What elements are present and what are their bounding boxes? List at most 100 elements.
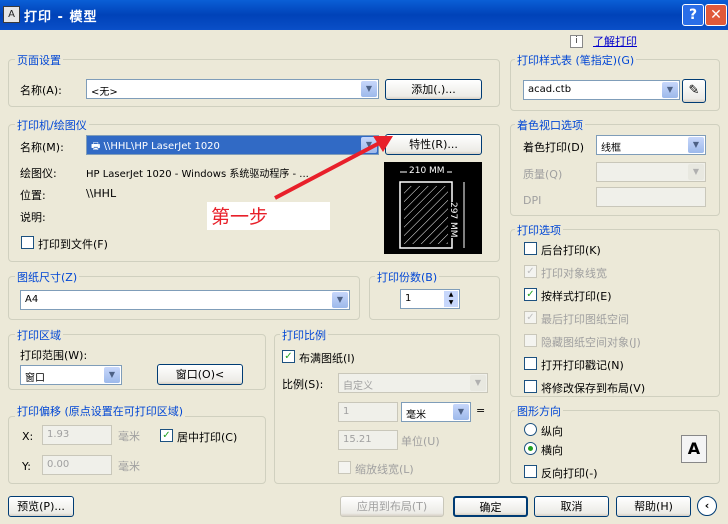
plot-option-checkbox[interactable]: [524, 357, 537, 370]
center-plot-label: 居中打印(C): [177, 431, 238, 444]
paper-size-select[interactable]: A4 ▼: [20, 290, 350, 310]
paper-height-label: 297 MM: [448, 202, 458, 238]
help-button[interactable]: 帮助(H): [616, 496, 691, 517]
plot-style-table-select[interactable]: acad.ctb ▼: [523, 80, 680, 100]
scale-select[interactable]: 自定义 ▼: [338, 373, 488, 393]
page-setup-name-select[interactable]: <无> ▼: [86, 79, 379, 99]
quality-select[interactable]: ▼: [596, 162, 706, 182]
printer-name-value: \\HHL\HP LaserJet 1020: [103, 141, 220, 152]
portrait-label: 纵向: [541, 425, 563, 438]
chevron-down-icon: ▼: [361, 81, 377, 97]
plot-option-label: 将修改保存到布局(V): [541, 382, 646, 395]
plot-option-checkbox[interactable]: [524, 380, 537, 393]
spin-down-icon[interactable]: ▼: [444, 299, 458, 307]
reverse-plot-checkbox[interactable]: [524, 465, 537, 478]
learn-printing-link[interactable]: 了解打印: [593, 33, 637, 49]
scale-paper-units-input[interactable]: 1: [338, 402, 398, 422]
reverse-plot-label: 反向打印(-): [541, 467, 598, 480]
scale-label: 比例(S):: [282, 378, 324, 391]
close-button[interactable]: ✕: [705, 4, 727, 26]
offset-y-label: Y:: [22, 460, 31, 473]
scale-drawing-units-input[interactable]: 15.21: [338, 430, 398, 450]
printer-icon: 🖶: [91, 141, 101, 152]
paper-size-value: A4: [25, 294, 39, 305]
plot-style-table-legend: 打印样式表 (笔指定)(G): [515, 52, 637, 68]
description-label: 说明:: [20, 211, 46, 224]
chevron-down-icon: ▼: [662, 82, 678, 98]
edit-style-table-button[interactable]: ✎: [682, 79, 706, 103]
plotter-label: 绘图仪:: [20, 167, 57, 180]
print-to-file-label: 打印到文件(F): [38, 238, 108, 251]
orientation-legend: 图形方向: [515, 403, 563, 419]
help-title-button[interactable]: ?: [682, 4, 704, 26]
paper-size-legend: 图纸尺寸(Z): [15, 269, 80, 285]
plot-option-checkbox[interactable]: ✓: [524, 288, 537, 301]
plot-option-label: 隐藏图纸空间对象(J): [541, 336, 641, 349]
plot-scale-legend: 打印比例: [280, 327, 328, 343]
scale-unit-select[interactable]: 毫米 ▼: [401, 402, 471, 422]
plot-offset-legend: 打印偏移 (原点设置在可打印区域): [15, 403, 186, 419]
chevron-down-icon: ▼: [688, 164, 704, 180]
shade-plot-select[interactable]: 线框 ▼: [596, 135, 706, 155]
plot-option-checkbox[interactable]: ✓: [524, 311, 537, 324]
info-icon: i: [570, 35, 583, 48]
plot-range-select[interactable]: 窗口 ▼: [20, 365, 122, 385]
ok-button[interactable]: 确定: [453, 496, 528, 517]
collapse-options-icon[interactable]: ‹: [697, 496, 717, 516]
offset-x-unit: 毫米: [118, 430, 140, 443]
offset-x-label: X:: [22, 430, 34, 443]
copies-legend: 打印份数(B): [375, 269, 440, 285]
annotation-step-label: 第一步: [207, 202, 330, 230]
add-page-setup-button[interactable]: 添加(.)...: [385, 79, 482, 100]
dpi-input[interactable]: [596, 187, 706, 207]
landscape-radio[interactable]: [524, 442, 537, 455]
plot-style-table-value: acad.ctb: [528, 84, 572, 95]
location-value: \\HHL: [86, 187, 117, 200]
offset-y-unit: 毫米: [118, 460, 140, 473]
plot-area-legend: 打印区域: [15, 327, 63, 343]
quality-label: 质量(Q): [523, 168, 563, 181]
page-setup-name-value: <无>: [91, 87, 118, 98]
center-plot-checkbox[interactable]: ✓: [160, 429, 173, 442]
window-title: 打印 - 模型: [24, 10, 98, 25]
apply-to-layout-button[interactable]: 应用到布局(T): [340, 496, 444, 517]
chevron-down-icon: ▼: [453, 404, 469, 420]
plot-option-label: 按样式打印(E): [541, 290, 612, 303]
copies-value: 1: [405, 293, 412, 304]
copies-spinner[interactable]: 1 ▲ ▼: [400, 289, 460, 309]
scale-lineweights-checkbox[interactable]: [338, 461, 351, 474]
page-setup-name-label: 名称(A):: [20, 84, 62, 97]
print-to-file-checkbox[interactable]: [21, 236, 34, 249]
dpi-label: DPI: [523, 194, 542, 207]
annotation-arrow: [274, 136, 393, 200]
plot-option-label: 打印对象线宽: [541, 267, 607, 280]
cancel-button[interactable]: 取消: [534, 496, 609, 517]
plot-option-label: 打开打印戳记(N): [541, 359, 624, 372]
page-setup-legend: 页面设置: [15, 52, 63, 68]
chevron-down-icon: ▼: [470, 375, 486, 391]
chevron-down-icon: ▼: [688, 137, 704, 153]
plot-option-checkbox[interactable]: [524, 242, 537, 255]
paper-width-label: 210 MM: [407, 166, 447, 176]
orientation-preview-icon: A: [681, 435, 707, 463]
scale-unit-value: 毫米: [406, 410, 426, 421]
offset-y-input[interactable]: 0.00: [42, 455, 112, 475]
plot-option-checkbox[interactable]: [524, 334, 537, 347]
shade-plot-value: 线框: [601, 143, 621, 154]
scale-units-label: 单位(U): [401, 435, 440, 448]
plot-option-label: 后台打印(K): [541, 244, 601, 257]
plot-range-label: 打印范围(W):: [20, 349, 88, 362]
scale-equals: =: [476, 404, 486, 417]
portrait-radio[interactable]: [524, 423, 537, 436]
spin-up-icon[interactable]: ▲: [444, 291, 458, 299]
offset-x-input[interactable]: 1.93: [42, 425, 112, 445]
fit-to-paper-checkbox[interactable]: ✓: [282, 350, 295, 363]
plot-option-label: 最后打印图纸空间: [541, 313, 629, 326]
plot-option-checkbox[interactable]: ✓: [524, 265, 537, 278]
chevron-down-icon: ▼: [332, 292, 348, 308]
scale-value: 自定义: [343, 381, 373, 392]
printer-legend: 打印机/绘图仪: [15, 117, 89, 133]
preview-button[interactable]: 预览(P)...: [8, 496, 74, 517]
window-select-button[interactable]: 窗口(O)<: [157, 364, 243, 385]
title-bar: A 打印 - 模型 ? ✕: [0, 0, 728, 30]
